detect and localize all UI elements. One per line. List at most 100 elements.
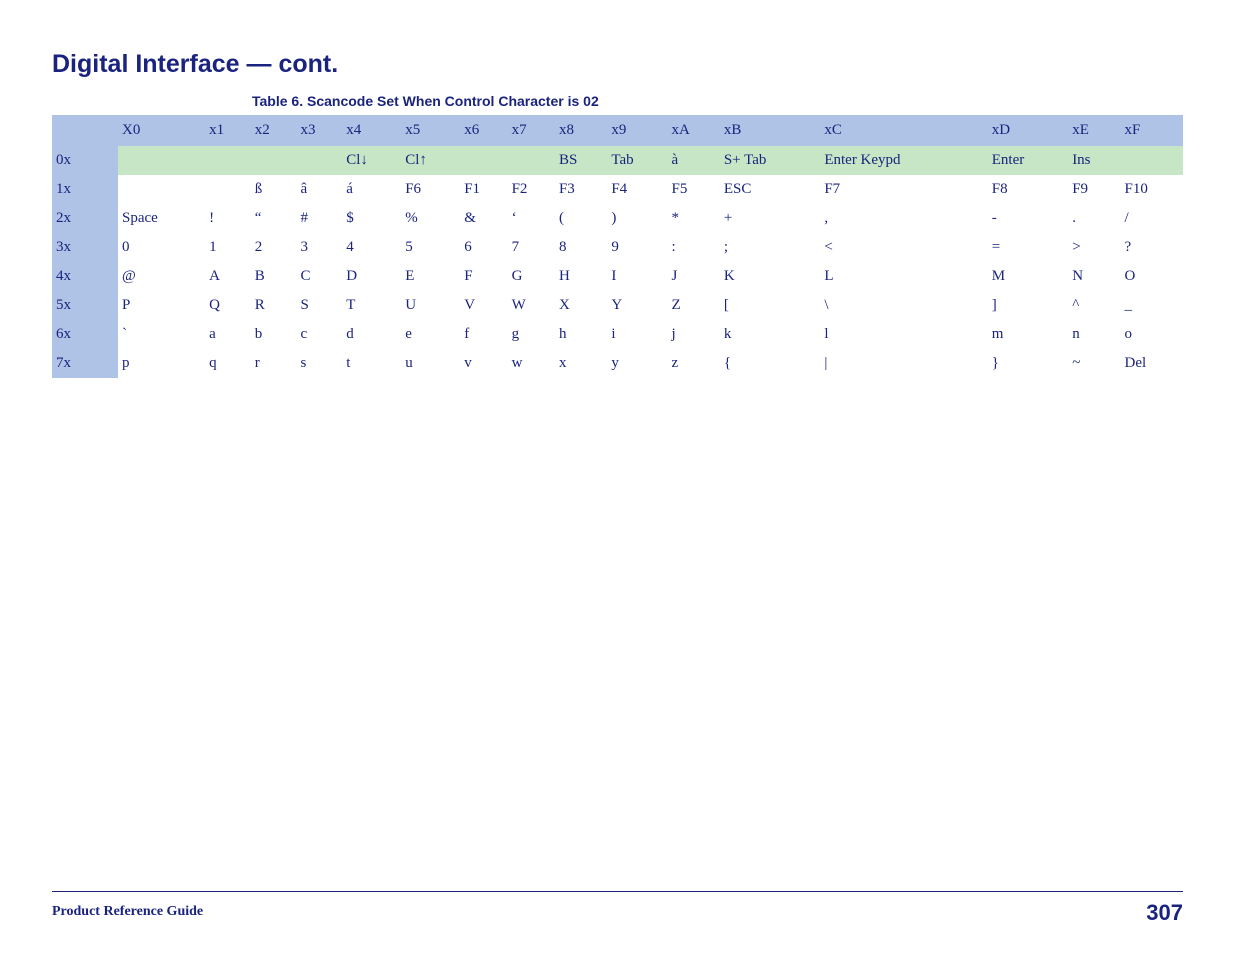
table-cell: W	[508, 291, 555, 320]
table-row: 4x@ABCDEFGHIJKLMNO	[52, 262, 1183, 291]
table-cell: x	[555, 349, 607, 378]
table-cell: F7	[820, 175, 987, 204]
col-header: x7	[508, 115, 555, 146]
table-cell	[118, 175, 205, 204]
table-cell: `	[118, 320, 205, 349]
table-cell: b	[251, 320, 297, 349]
footer-left: Product Reference Guide	[52, 904, 203, 920]
table-row: 3x0123456789:;<=>?	[52, 233, 1183, 262]
table-cell: d	[342, 320, 401, 349]
table-cell: A	[205, 262, 251, 291]
table-cell: @	[118, 262, 205, 291]
table-cell: ,	[820, 204, 987, 233]
table-cell: B	[251, 262, 297, 291]
table-cell: F3	[555, 175, 607, 204]
table-cell: (	[555, 204, 607, 233]
table-cell: O	[1121, 262, 1183, 291]
table-cell: X	[555, 291, 607, 320]
col-header: xE	[1068, 115, 1120, 146]
table-cell: #	[297, 204, 343, 233]
table-cell: &	[460, 204, 507, 233]
table-cell: Ins	[1068, 146, 1120, 175]
table-cell: :	[668, 233, 720, 262]
table-body: 0xCl↓Cl↑BSTabàS+ TabEnter KeypdEnterIns1…	[52, 146, 1183, 378]
table-cell: h	[555, 320, 607, 349]
table-cell: ;	[720, 233, 820, 262]
table-cell: Del	[1121, 349, 1183, 378]
column-header-row: X0 x1 x2 x3 x4 x5 x6 x7 x8 x9 xA xB xC x…	[52, 115, 1183, 146]
table-cell: m	[988, 320, 1068, 349]
table-cell: Enter	[988, 146, 1068, 175]
table-cell: R	[251, 291, 297, 320]
table-cell: 7	[508, 233, 555, 262]
table-cell	[508, 146, 555, 175]
table-cell: J	[668, 262, 720, 291]
table-cell: F8	[988, 175, 1068, 204]
col-header: X0	[118, 115, 205, 146]
table-cell: 8	[555, 233, 607, 262]
table-cell: S	[297, 291, 343, 320]
table-cell: F1	[460, 175, 507, 204]
table-cell: ?	[1121, 233, 1183, 262]
page-number: 307	[1146, 900, 1183, 926]
table-cell: o	[1121, 320, 1183, 349]
table-cell: N	[1068, 262, 1120, 291]
table-cell: á	[342, 175, 401, 204]
table-row: 0xCl↓Cl↑BSTabàS+ TabEnter KeypdEnterIns	[52, 146, 1183, 175]
table-cell: l	[820, 320, 987, 349]
table-cell: 2	[251, 233, 297, 262]
table-cell	[118, 146, 205, 175]
table-cell: k	[720, 320, 820, 349]
table-cell: D	[342, 262, 401, 291]
table-cell: !	[205, 204, 251, 233]
col-header: x2	[251, 115, 297, 146]
table-cell: ß	[251, 175, 297, 204]
table-cell: Space	[118, 204, 205, 233]
table-cell: r	[251, 349, 297, 378]
table-cell: |	[820, 349, 987, 378]
table-cell: T	[342, 291, 401, 320]
table-cell: Enter Keypd	[820, 146, 987, 175]
table-row: 1xßâáF6F1F2F3F4F5ESCF7F8F9F10	[52, 175, 1183, 204]
table-cell: 5	[401, 233, 460, 262]
table-cell: Tab	[607, 146, 667, 175]
table-cell: }	[988, 349, 1068, 378]
table-cell: <	[820, 233, 987, 262]
table-cell: -	[988, 204, 1068, 233]
scancode-table: X0 x1 x2 x3 x4 x5 x6 x7 x8 x9 xA xB xC x…	[52, 115, 1183, 378]
table-row: 7xpqrstuvwxyz{|}~Del	[52, 349, 1183, 378]
col-header: xA	[668, 115, 720, 146]
table-cell	[251, 146, 297, 175]
table-cell: Cl↓	[342, 146, 401, 175]
table-cell: {	[720, 349, 820, 378]
table-cell: â	[297, 175, 343, 204]
col-header: x9	[607, 115, 667, 146]
row-header: 2x	[52, 204, 118, 233]
row-header: 6x	[52, 320, 118, 349]
table-cell	[205, 175, 251, 204]
table-cell: 0	[118, 233, 205, 262]
table-caption: Table 6. Scancode Set When Control Chara…	[252, 93, 1183, 109]
table-cell: C	[297, 262, 343, 291]
col-header: xC	[820, 115, 987, 146]
col-header: xB	[720, 115, 820, 146]
table-cell: F10	[1121, 175, 1183, 204]
table-cell: q	[205, 349, 251, 378]
table-cell: v	[460, 349, 507, 378]
table-row: 5xPQRSTUVWXYZ[\]^_	[52, 291, 1183, 320]
footer-rule	[52, 891, 1183, 892]
row-header: 3x	[52, 233, 118, 262]
table-cell: 9	[607, 233, 667, 262]
table-row: 2xSpace!“#$%&‘()*+,-./	[52, 204, 1183, 233]
table-cell: “	[251, 204, 297, 233]
table-cell: $	[342, 204, 401, 233]
table-cell: f	[460, 320, 507, 349]
table-cell: V	[460, 291, 507, 320]
table-cell: *	[668, 204, 720, 233]
table-cell: )	[607, 204, 667, 233]
section-title: Digital Interface — cont.	[52, 50, 1183, 79]
table-cell: M	[988, 262, 1068, 291]
table-cell: t	[342, 349, 401, 378]
table-cell: Y	[607, 291, 667, 320]
row-header: 0x	[52, 146, 118, 175]
